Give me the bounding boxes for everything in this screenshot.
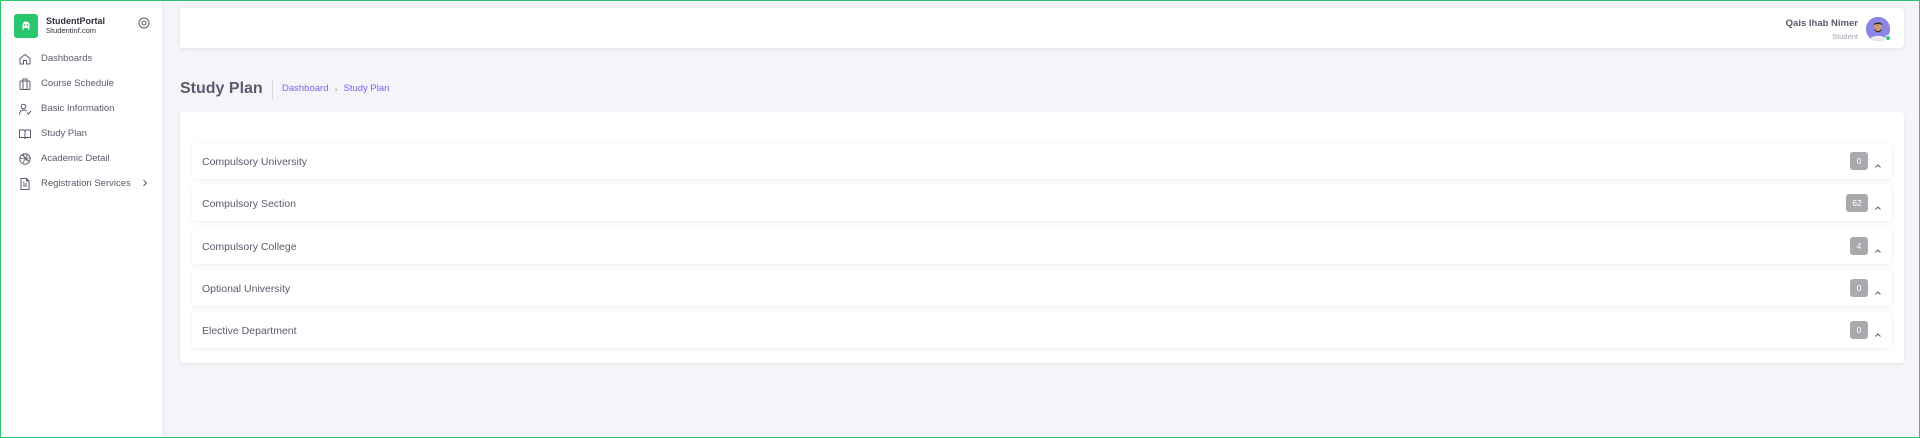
count-badge: 0 (1850, 321, 1868, 339)
breadcrumb: Dashboard › Study Plan (282, 83, 389, 94)
student-logo-icon (14, 14, 38, 38)
user-name[interactable]: Qais Ihab Nimer (1786, 18, 1858, 29)
sidebar-nav: Dashboards Course Schedule Basic Informa… (0, 46, 162, 196)
accordion-item-compulsory-college[interactable]: Compulsory College 4 (192, 228, 1892, 264)
sidebar-item-dashboards[interactable]: Dashboards (0, 46, 162, 71)
sidebar-item-label: Dashboards (41, 53, 93, 64)
brand-title: StudentPortal (46, 16, 106, 26)
user-check-icon (18, 102, 32, 116)
chevron-up-icon (1874, 284, 1882, 295)
accordion-item-elective-department[interactable]: Elective Department 0 (192, 312, 1892, 348)
chevron-up-icon (1874, 199, 1882, 210)
top-navbar: Qais Ihab Nimer Student (180, 8, 1904, 48)
count-badge: 62 (1846, 194, 1868, 212)
sidebar-item-academic-detail[interactable]: Academic Detail (0, 146, 162, 171)
chevron-up-icon (1874, 242, 1882, 253)
file-text-icon (18, 177, 32, 191)
title-divider (272, 80, 273, 100)
breadcrumb-current: Study Plan (343, 83, 390, 94)
sidebar-item-label: Course Schedule (41, 78, 114, 89)
chevron-right-icon: › (334, 83, 338, 94)
sidebar-item-basic-information[interactable]: Basic Information (0, 96, 162, 121)
aperture-icon (18, 152, 32, 166)
building-icon (18, 77, 32, 91)
chevron-up-icon (1874, 326, 1882, 337)
sidebar-item-registration-services[interactable]: Registration Services (0, 171, 162, 196)
home-icon (18, 52, 32, 66)
breadcrumb-dashboard-link[interactable]: Dashboard (282, 83, 328, 94)
user-role: Student (1832, 32, 1858, 41)
online-status-dot (1885, 35, 1891, 41)
sidebar: StudentPortal Studentinf.com Dashboards … (0, 0, 162, 438)
accordion-label: Optional University (202, 283, 291, 295)
book-icon (18, 127, 32, 141)
sidebar-item-study-plan[interactable]: Study Plan (0, 121, 162, 146)
chevron-up-icon (1874, 157, 1882, 168)
sidebar-item-label: Registration Services (41, 178, 131, 189)
accordion-item-optional-university[interactable]: Optional University 0 (192, 270, 1892, 306)
accordion-item-compulsory-university[interactable]: Compulsory University 0 (192, 143, 1892, 179)
brand[interactable]: StudentPortal Studentinf.com (14, 14, 154, 38)
count-badge: 4 (1850, 237, 1868, 255)
sidebar-item-label: Academic Detail (41, 153, 110, 164)
count-badge: 0 (1850, 279, 1868, 297)
study-plan-card: Compulsory University 0 Compulsory Secti… (180, 112, 1904, 363)
accordion-label: Elective Department (202, 325, 297, 337)
accordion-label: Compulsory Section (202, 198, 296, 210)
sidebar-toggle-icon[interactable] (138, 16, 150, 29)
accordion-item-compulsory-section[interactable]: Compulsory Section 62 (192, 185, 1892, 221)
count-badge: 0 (1850, 152, 1868, 170)
accordion-label: Compulsory College (202, 241, 297, 253)
sidebar-item-label: Basic Information (41, 103, 115, 114)
sidebar-item-course-schedule[interactable]: Course Schedule (0, 71, 162, 96)
brand-subtitle: Studentinf.com (46, 26, 97, 35)
accordion-label: Compulsory University (202, 156, 308, 168)
page-title: Study Plan (180, 80, 263, 97)
chevron-right-icon (142, 179, 148, 190)
sidebar-item-label: Study Plan (41, 128, 87, 139)
